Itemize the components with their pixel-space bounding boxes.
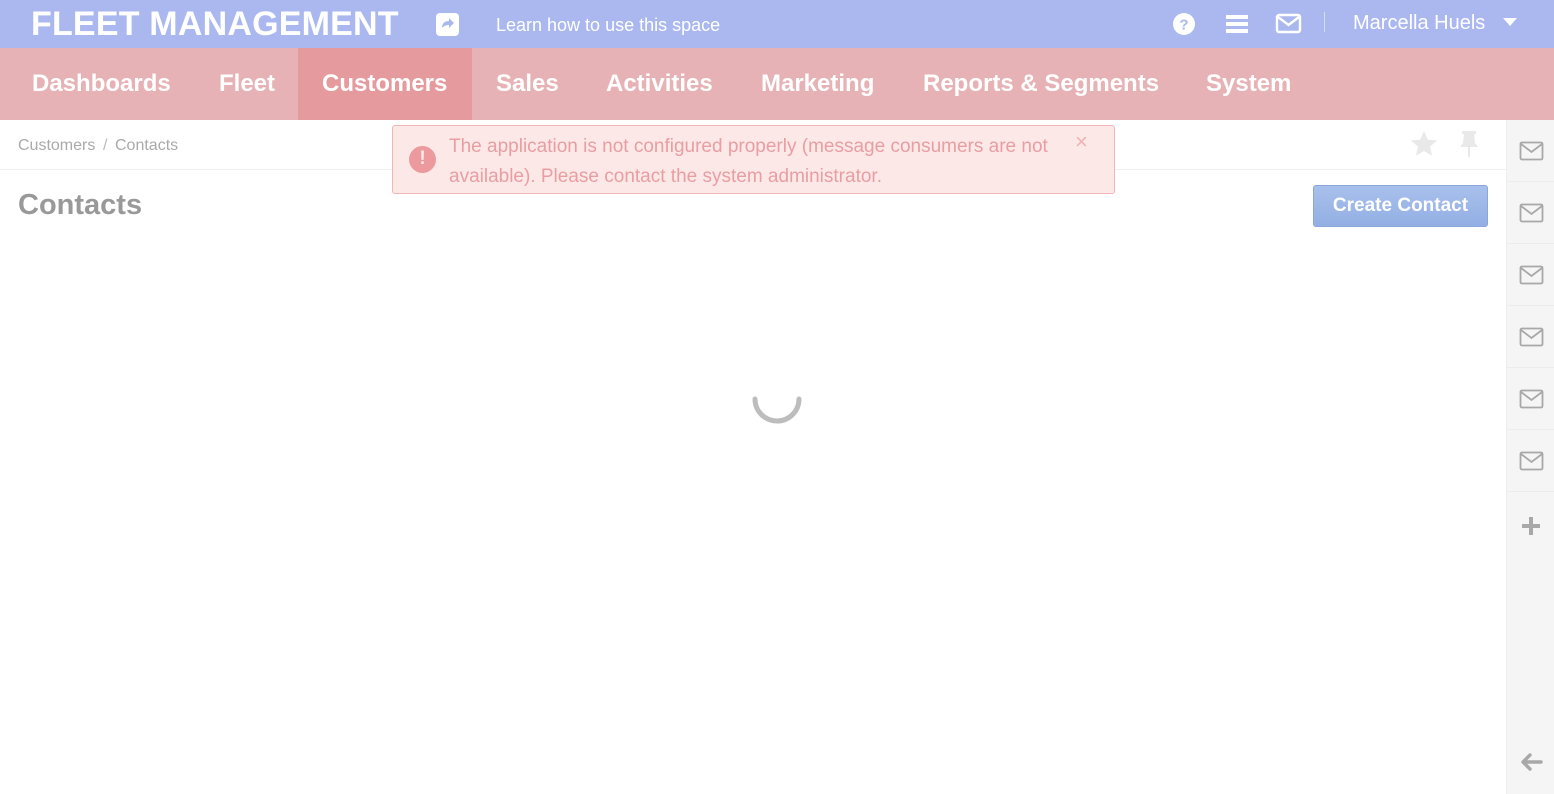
create-contact-button[interactable]: Create Contact [1313,185,1488,227]
user-menu[interactable]: Marcella Huels [1353,11,1485,35]
sidebar-email-item-3[interactable] [1507,244,1554,306]
top-header: FLEET MANAGEMENT Learn how to use this s… [0,0,1554,48]
app-title[interactable]: FLEET MANAGEMENT [31,4,399,44]
nav-item-dashboards[interactable]: Dashboards [8,48,195,120]
share-icon[interactable] [436,13,459,36]
arrow-left-icon[interactable] [1519,752,1543,777]
sidebar-email-item-5[interactable] [1507,368,1554,430]
right-sidebar [1506,120,1554,794]
envelope-icon[interactable] [1275,11,1302,37]
svg-text:?: ? [1179,17,1188,34]
envelope-icon [1519,265,1544,285]
header-divider [1324,12,1325,32]
sidebar-email-item-2[interactable] [1507,182,1554,244]
star-icon[interactable] [1409,129,1439,164]
sidebar-email-item-1[interactable] [1507,120,1554,182]
plus-icon[interactable] [1521,516,1541,541]
nav-item-activities[interactable]: Activities [582,48,737,120]
exclamation-icon: ! [409,146,436,173]
menu-icon[interactable] [1224,11,1250,37]
nav-item-customers[interactable]: Customers [298,48,472,120]
nav-item-fleet[interactable]: Fleet [195,48,299,120]
loading-spinner-icon [751,373,803,425]
envelope-icon [1519,327,1544,347]
learn-link[interactable]: Learn how to use this space [496,14,720,36]
envelope-icon [1519,141,1544,161]
help-icon[interactable]: ? [1171,11,1197,37]
envelope-icon [1519,203,1544,223]
pin-icon[interactable] [1457,129,1481,164]
close-icon[interactable]: × [1075,130,1088,154]
main-navigation: Dashboards Fleet Customers Sales Activit… [0,48,1554,120]
breadcrumb-current: Contacts [115,137,179,154]
nav-item-marketing[interactable]: Marketing [737,48,898,120]
breadcrumb-separator: / [103,137,108,154]
page-title: Contacts [18,189,143,221]
nav-item-reports-segments[interactable]: Reports & Segments [899,48,1183,120]
envelope-icon [1519,389,1544,409]
nav-item-sales[interactable]: Sales [472,48,583,120]
sidebar-email-item-4[interactable] [1507,306,1554,368]
caret-down-icon[interactable] [1503,18,1517,26]
envelope-icon [1519,451,1544,471]
error-alert: ! The application is not configured prop… [392,125,1115,194]
nav-item-system[interactable]: System [1182,48,1315,120]
breadcrumb-parent[interactable]: Customers [18,136,95,156]
alert-message: The application is not configured proper… [449,136,1048,187]
sidebar-email-item-6[interactable] [1507,430,1554,492]
